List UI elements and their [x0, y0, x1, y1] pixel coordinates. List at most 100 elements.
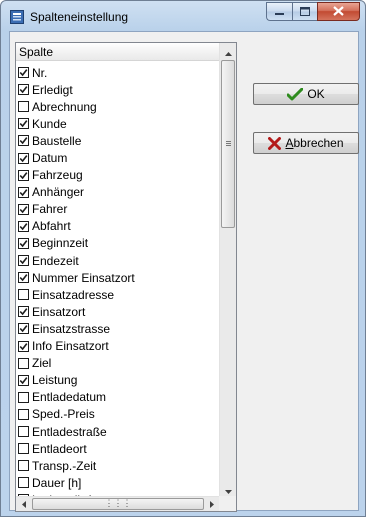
scroll-right-button[interactable] — [204, 496, 220, 511]
column-checkbox[interactable] — [18, 203, 29, 215]
column-header-spalte[interactable]: Spalte — [16, 43, 220, 61]
column-checkbox[interactable] — [18, 306, 29, 318]
caption-buttons — [266, 2, 360, 21]
column-checkbox[interactable] — [18, 255, 29, 267]
list-item[interactable]: Beginnzeit — [16, 235, 220, 252]
column-label: Einsatzstrasse — [32, 321, 111, 336]
list-item[interactable]: Einsatzstrasse — [16, 320, 220, 337]
column-checkbox[interactable] — [18, 477, 29, 489]
column-label: Ziel — [32, 356, 52, 371]
list-item[interactable]: Abrechnung — [16, 98, 220, 115]
column-label: Entladestraße — [32, 424, 107, 439]
column-label: Fahrzeug — [32, 168, 83, 183]
list-item[interactable]: Anhänger — [16, 184, 220, 201]
scroll-up-button[interactable] — [220, 43, 236, 60]
column-checkbox[interactable] — [18, 443, 29, 455]
ok-button[interactable]: OK — [253, 83, 359, 105]
scroll-left-button[interactable] — [16, 496, 32, 511]
column-checkbox[interactable] — [18, 374, 29, 386]
list-item[interactable]: Datum — [16, 149, 220, 166]
column-label: Info Einsatzort — [32, 339, 109, 354]
list-item[interactable]: Abfahrt — [16, 218, 220, 235]
close-button[interactable] — [317, 2, 360, 21]
column-checkbox[interactable] — [18, 426, 29, 438]
window-icon — [10, 10, 24, 24]
column-label: Anhänger — [32, 185, 85, 200]
list-item[interactable]: Sped.-Preis — [16, 406, 220, 423]
column-checkbox[interactable] — [18, 152, 29, 164]
scroll-corner — [219, 496, 236, 511]
column-checkbox[interactable] — [18, 272, 29, 284]
column-label: Nummer Einsatzort — [32, 270, 135, 285]
scroll-right-icon — [210, 497, 214, 511]
list-item[interactable]: Einsatzadresse — [16, 286, 220, 303]
column-checkbox[interactable] — [18, 357, 29, 369]
column-checkbox[interactable] — [18, 67, 29, 79]
column-checkbox[interactable] — [18, 323, 29, 335]
list-item[interactable]: Einsatzort — [16, 303, 220, 320]
ok-button-label: OK — [307, 87, 325, 101]
list-item[interactable]: Entladedatum — [16, 389, 220, 406]
column-label: Erledigt — [32, 82, 73, 97]
column-checkbox[interactable] — [18, 101, 29, 113]
cancel-button[interactable]: Abbrechen — [253, 132, 359, 154]
scroll-up-icon — [224, 45, 232, 59]
close-icon — [333, 5, 344, 19]
column-checkbox[interactable] — [18, 220, 29, 232]
column-label: Leistung — [32, 373, 78, 388]
x-icon — [268, 136, 282, 150]
list-item[interactable]: Dauer [h] — [16, 474, 220, 491]
column-label: Entladeort — [32, 441, 87, 456]
column-listbox[interactable]: Spalte Nr. Erledigt Abrechnung Kunde Baustel… — [15, 42, 237, 512]
column-label: Entladedatum — [32, 390, 107, 405]
vertical-scrollbar[interactable] — [219, 43, 236, 498]
list-item[interactable]: Kunde — [16, 115, 220, 132]
column-label: Kunde — [32, 116, 67, 131]
column-label: Einsatzort — [32, 304, 86, 319]
column-label: Nr. — [32, 65, 48, 80]
column-label: Fahrer — [32, 202, 68, 217]
column-label: Transp.-Zeit — [32, 458, 97, 473]
titlebar[interactable]: Spalteneinstellung — [1, 1, 365, 33]
minimize-icon — [275, 5, 284, 19]
column-checkbox[interactable] — [18, 460, 29, 472]
list-item[interactable]: Baustelle — [16, 132, 220, 149]
list-item[interactable]: Fahrer — [16, 201, 220, 218]
column-checkbox[interactable] — [18, 84, 29, 96]
dialog-window: Spalteneinstellung Spalte Nr. Erledigt Abr… — [0, 0, 366, 517]
list-item[interactable]: Endezeit — [16, 252, 220, 269]
column-checkbox[interactable] — [18, 289, 29, 301]
check-icon — [287, 87, 304, 101]
column-checkbox[interactable] — [18, 135, 29, 147]
scroll-down-icon — [224, 483, 232, 497]
list-item[interactable]: Fahrzeug — [16, 167, 220, 184]
column-checkbox[interactable] — [18, 169, 29, 181]
list-item[interactable]: Erledigt — [16, 81, 220, 98]
window-title: Spalteneinstellung — [30, 10, 129, 24]
maximize-button[interactable] — [292, 2, 317, 21]
column-checkbox[interactable] — [18, 340, 29, 352]
list-item[interactable]: Info Einsatzort — [16, 338, 220, 355]
minimize-button[interactable] — [266, 2, 292, 21]
column-checkbox[interactable] — [18, 237, 29, 249]
horizontal-scrollbar[interactable]: ⋮⋮⋮ — [16, 496, 220, 511]
column-label: Abfahrt — [32, 219, 71, 234]
list-item[interactable]: Ziel — [16, 355, 220, 372]
column-list: Nr. Erledigt Abrechnung Kunde Baustelle Datum… — [16, 64, 220, 508]
list-item[interactable]: Leistung — [16, 372, 220, 389]
column-checkbox[interactable] — [18, 408, 29, 420]
horizontal-scroll-thumb[interactable]: ⋮⋮⋮ — [32, 498, 204, 510]
list-item[interactable]: Entladestraße — [16, 423, 220, 440]
column-label: Datum — [32, 151, 68, 166]
vertical-scroll-thumb[interactable] — [221, 60, 235, 228]
list-item[interactable]: Transp.-Zeit — [16, 457, 220, 474]
column-label: Endezeit — [32, 253, 79, 268]
column-checkbox[interactable] — [18, 186, 29, 198]
list-item[interactable]: Nr. — [16, 64, 220, 81]
column-checkbox[interactable] — [18, 118, 29, 130]
cancel-button-label: Abbrechen — [285, 136, 344, 150]
column-checkbox[interactable] — [18, 391, 29, 403]
column-label: Beginnzeit — [32, 236, 89, 251]
list-item[interactable]: Entladeort — [16, 440, 220, 457]
list-item[interactable]: Nummer Einsatzort — [16, 269, 220, 286]
